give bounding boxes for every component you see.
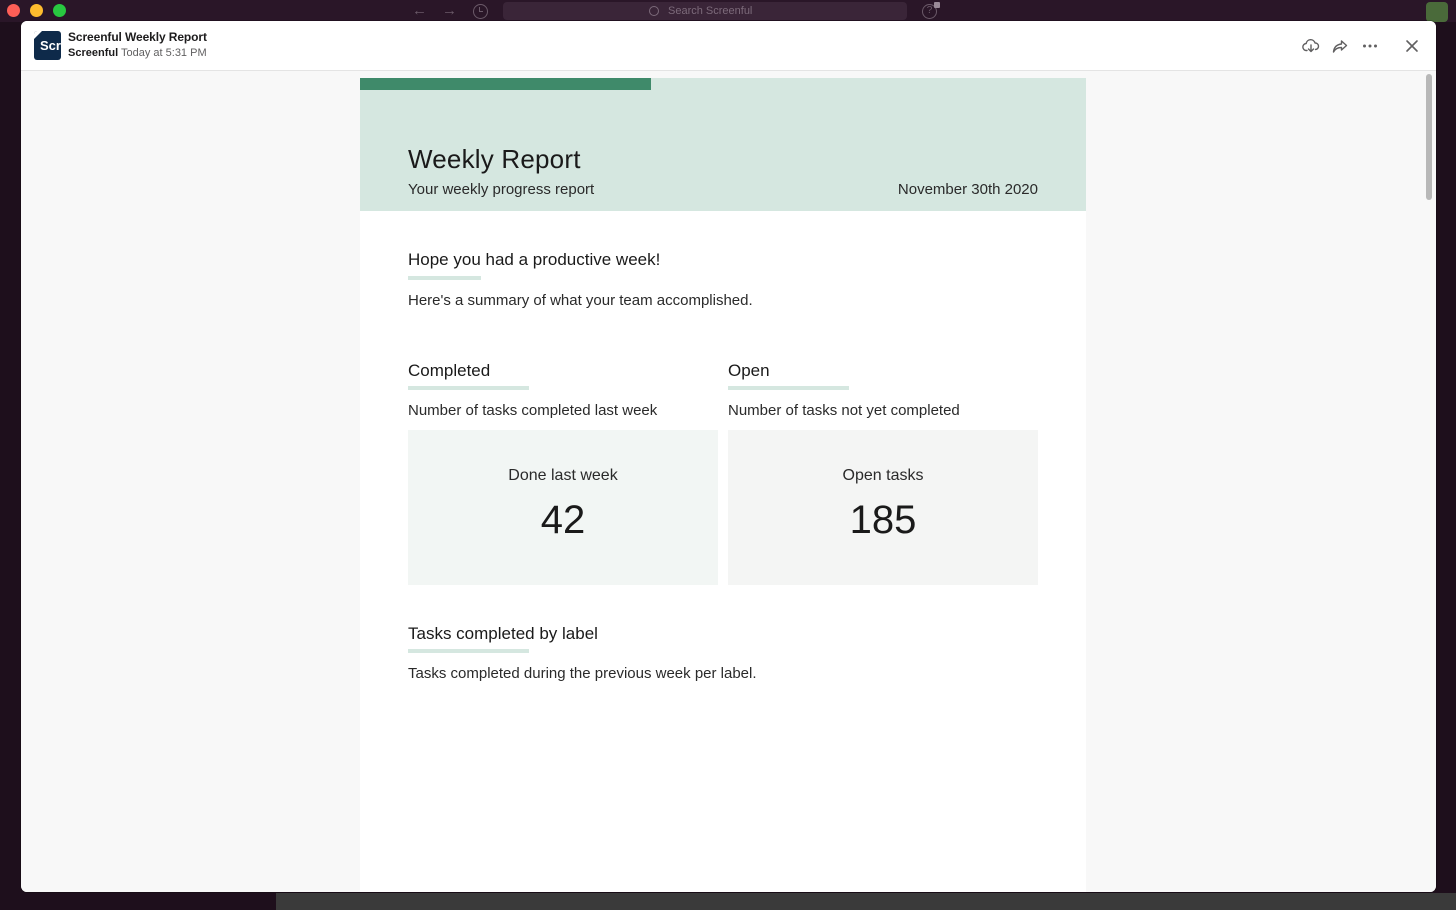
by-label-text: Tasks completed during the previous week… — [408, 665, 757, 682]
completed-stat-value: 42 — [540, 498, 586, 542]
completed-underline — [408, 386, 529, 390]
intro-underline — [408, 276, 481, 280]
window-titlebar: ← → Search Screenful ? — [0, 0, 1456, 22]
report-date: November 30th 2020 — [897, 181, 1038, 198]
by-label-underline — [408, 649, 529, 653]
avatar[interactable] — [1426, 2, 1448, 22]
report-document: Weekly Report Your weekly progress repor… — [360, 78, 1086, 892]
open-stat-value: 185 — [849, 498, 917, 542]
app-logo-icon: Scr — [34, 31, 61, 60]
close-icon[interactable] — [1403, 37, 1421, 55]
completed-description: Number of tasks completed last week — [408, 402, 658, 419]
report-title: Weekly Report — [408, 144, 581, 174]
share-icon[interactable] — [1331, 37, 1349, 55]
completed-heading: Completed — [408, 361, 491, 380]
background-sidebar — [0, 22, 20, 910]
history-icon[interactable] — [473, 4, 488, 19]
open-description: Number of tasks not yet completed — [728, 402, 960, 419]
modal-body[interactable]: Weekly Report Your weekly progress repor… — [21, 72, 1436, 892]
completed-stat-card: Done last week 42 — [408, 430, 718, 585]
background-footer — [276, 893, 1456, 910]
message-timestamp[interactable]: Today at 5:31 PM — [121, 47, 207, 59]
completed-stat-label: Done last week — [508, 467, 618, 484]
zoom-window-button[interactable] — [53, 4, 66, 17]
sender-name[interactable]: Screenful — [68, 47, 118, 59]
app-logo-text: Scr — [40, 38, 61, 53]
forward-arrow-icon[interactable]: → — [442, 3, 457, 19]
open-stat-card: Open tasks 185 — [728, 430, 1038, 585]
more-icon[interactable] — [1361, 37, 1379, 55]
modal-title: Screenful Weekly Report — [68, 30, 207, 44]
close-window-button[interactable] — [7, 4, 20, 17]
report-viewer-modal: Scr Screenful Weekly Report Screenful To… — [21, 21, 1436, 892]
open-heading: Open — [728, 361, 770, 380]
scrollbar-thumb[interactable] — [1426, 74, 1432, 200]
modal-header: Scr Screenful Weekly Report Screenful To… — [21, 21, 1436, 71]
by-label-heading: Tasks completed by label — [408, 624, 598, 643]
scrollbar[interactable] — [1424, 74, 1434, 892]
message-meta: Screenful Today at 5:31 PM — [68, 47, 207, 59]
intro-heading: Hope you had a productive week! — [408, 250, 661, 269]
search-bar[interactable]: Search Screenful — [503, 2, 907, 20]
minimize-window-button[interactable] — [30, 4, 43, 17]
open-stat-label: Open tasks — [842, 467, 924, 484]
report-subtitle: Your weekly progress report — [408, 181, 595, 198]
notification-dot-icon — [934, 2, 940, 8]
open-underline — [728, 386, 849, 390]
search-icon — [649, 6, 659, 16]
intro-text: Here's a summary of what your team accom… — [408, 292, 753, 309]
search-placeholder: Search Screenful — [668, 5, 753, 17]
back-arrow-icon[interactable]: ← — [412, 3, 427, 19]
report-hero: Weekly Report Your weekly progress repor… — [360, 78, 1086, 211]
download-icon[interactable] — [1302, 37, 1320, 55]
hero-accent-bar — [360, 78, 651, 90]
